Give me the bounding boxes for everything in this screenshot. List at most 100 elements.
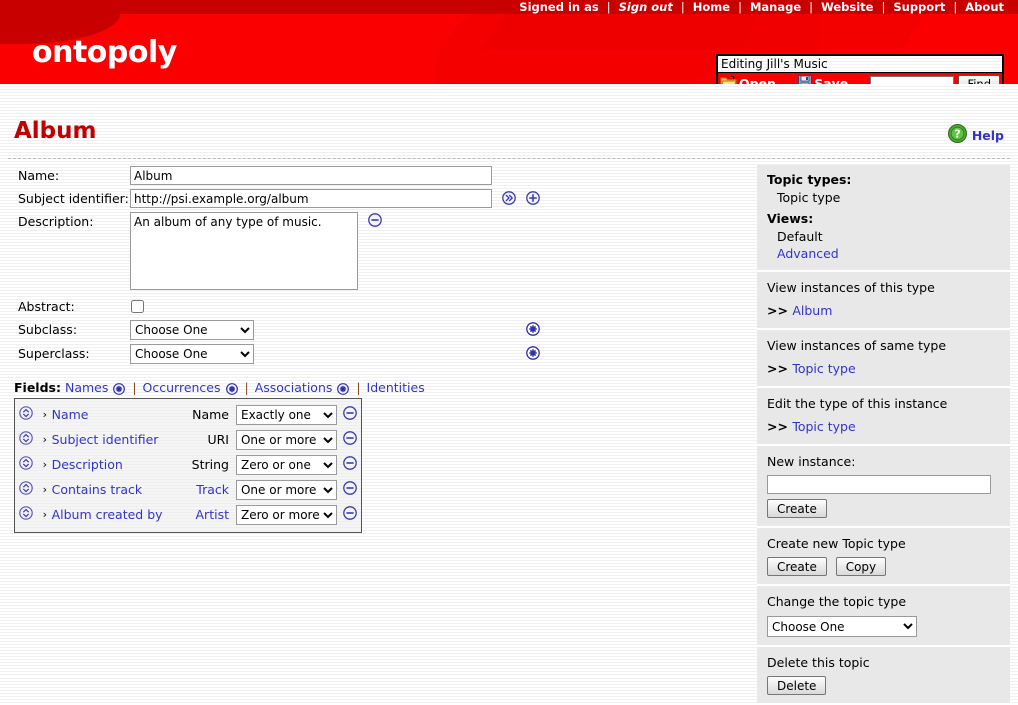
subclass-field-wrap: Choose One [130,320,540,340]
minus-circle-icon[interactable] [368,213,382,230]
nav-separator: | [734,0,746,14]
view-item-default[interactable]: Default [767,228,1000,245]
sidebar-section-topic-types: Topic types: Topic type Views: Default A… [757,165,1010,272]
folder-open-icon [720,75,737,85]
sign-out-link[interactable]: Sign out [619,0,673,14]
field-cardinality-select[interactable]: Exactly oneOne or moreZero or oneZero or… [236,405,337,425]
edit-type-link[interactable]: Topic type [792,419,855,434]
minus-circle-icon[interactable] [337,481,357,498]
view-instances-this-type-label: View instances of this type [767,279,1000,296]
field-row: ›Contains trackTrackExactly oneOne or mo… [19,477,357,502]
form-row-superclass: Superclass: Choose One [0,344,745,364]
change-topic-type-label: Change the topic type [767,593,1000,610]
abstract-label: Abstract: [0,297,130,317]
fields-link-identities[interactable]: Identities [367,380,425,395]
updown-chevron-icon[interactable] [19,406,38,423]
app-logo[interactable]: ontopoly [32,38,177,68]
field-cardinality-select[interactable]: Exactly oneOne or moreZero or oneZero or… [236,430,337,450]
app-header: Signed in as | Sign out | Home | Manage … [0,0,1018,84]
editing-toolbar: Editing Jill's Music Open... [716,54,1004,84]
asterisk-circle-icon[interactable] [113,383,129,398]
fields-link-associations[interactable]: Associations [255,380,333,395]
arrow-marker: >> [767,361,788,376]
nav-link-website[interactable]: Website [821,0,873,14]
asterisk-circle-icon[interactable] [526,322,540,339]
copy-button[interactable]: Copy [836,557,886,576]
description-textarea[interactable]: An album of any type of music. [130,212,358,290]
abstract-checkbox[interactable] [131,300,144,313]
name-field-wrap [130,166,492,185]
form-row-subject-identifier: Subject identifier: [0,189,745,209]
asterisk-circle-icon[interactable] [526,346,540,363]
delete-button[interactable]: Delete [767,676,826,695]
field-name-link[interactable]: Name [52,407,177,422]
field-cardinality-select[interactable]: Exactly oneOne or moreZero or oneZero or… [236,455,337,475]
abstract-field-wrap [130,297,144,316]
minus-circle-icon[interactable] [337,506,357,523]
expand-caret-icon[interactable]: › [38,508,51,521]
view-item-advanced[interactable]: Advanced [767,245,1000,262]
field-cardinality-select[interactable]: Exactly oneOne or moreZero or oneZero or… [236,505,337,525]
name-label: Name: [0,166,130,186]
views-heading: Views: [767,211,1000,226]
nav-link-about[interactable]: About [965,0,1004,14]
updown-chevron-icon[interactable] [19,431,38,448]
open-button[interactable]: Open... [720,75,790,85]
updown-chevron-icon[interactable] [19,506,38,523]
superclass-field-wrap: Choose One [130,344,540,364]
signed-in-as-label: Signed in as [519,0,598,14]
new-instance-create-button[interactable]: Create [767,499,827,518]
floppy-disk-icon [798,75,812,84]
find-button[interactable]: Find [958,75,1000,84]
subclass-select[interactable]: Choose One [130,320,254,340]
field-type[interactable]: Artist [176,507,236,522]
help-label: Help [972,128,1004,143]
minus-circle-icon[interactable] [337,456,357,473]
new-instance-input[interactable] [767,475,991,494]
topic-types-item: Topic type [767,189,1000,206]
minus-circle-icon[interactable] [337,431,357,448]
expand-caret-icon[interactable]: › [38,458,51,471]
expand-caret-icon[interactable]: › [38,408,51,421]
minus-circle-icon[interactable] [337,406,357,423]
field-name-link[interactable]: Subject identifier [52,432,177,447]
sidebar-section-edit-type: Edit the type of this instance >> Topic … [757,388,1010,446]
view-instances-same-type-link[interactable]: Topic type [792,361,855,376]
superclass-select[interactable]: Choose One [130,344,254,364]
new-instance-label: New instance: [767,453,1000,470]
find-input[interactable] [870,76,954,85]
create-button[interactable]: Create [767,557,827,576]
plus-circle-icon[interactable] [526,191,540,208]
expand-caret-icon[interactable]: › [38,483,51,496]
field-name-link[interactable]: Description [52,457,177,472]
asterisk-circle-icon[interactable] [337,383,353,398]
nav-separator: | [877,0,889,14]
field-type[interactable]: Track [176,482,236,497]
updown-chevron-icon[interactable] [19,456,38,473]
nav-link-home[interactable]: Home [693,0,730,14]
double-chevron-icon[interactable] [502,191,516,208]
view-instances-same-type-row: >> Topic type [767,359,1000,378]
nav-link-manage[interactable]: Manage [750,0,801,14]
form-row-abstract: Abstract: [0,297,745,317]
nav-separator: | [805,0,817,14]
nav-link-support[interactable]: Support [893,0,945,14]
asterisk-circle-icon[interactable] [226,383,242,398]
fields-link-names[interactable]: Names [65,380,108,395]
expand-caret-icon[interactable]: › [38,433,51,446]
save-button[interactable]: Save [798,75,848,84]
arrow-marker: >> [767,303,788,318]
sidebar-section-create-topic-type: Create new Topic type Create Copy [757,528,1010,586]
field-cardinality-select[interactable]: Exactly oneOne or moreZero or oneZero or… [236,480,337,500]
field-row: ›NameNameExactly oneOne or moreZero or o… [19,402,357,427]
help-link[interactable]: ? Help [948,124,1004,146]
change-topic-type-select[interactable]: Choose One [767,616,917,637]
name-input[interactable] [130,166,492,185]
subject-identifier-input[interactable] [130,189,492,208]
fields-link-occurrences[interactable]: Occurrences [143,380,221,395]
view-instances-this-type-link[interactable]: Album [792,303,832,318]
field-name-link[interactable]: Contains track [52,482,177,497]
field-row: ›DescriptionStringExactly oneOne or more… [19,452,357,477]
updown-chevron-icon[interactable] [19,481,38,498]
field-name-link[interactable]: Album created by [52,507,177,522]
